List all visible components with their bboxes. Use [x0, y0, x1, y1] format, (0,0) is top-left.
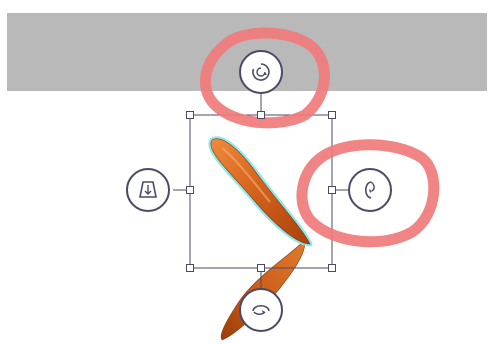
resize-handle-top-center[interactable]	[257, 111, 265, 119]
canvas-stage	[0, 0, 493, 344]
resize-handle-bottom-left[interactable]	[186, 264, 194, 272]
resize-handle-top-left[interactable]	[186, 111, 194, 119]
perspective-tilt-icon	[139, 181, 157, 198]
resize-handle-bottom-center[interactable]	[257, 264, 265, 272]
resize-handle-middle-left[interactable]	[186, 186, 194, 194]
rotate-3d-right-button[interactable]	[348, 168, 392, 212]
rotate-vertical-icon	[364, 181, 375, 199]
perspective-left-button[interactable]	[126, 168, 170, 212]
resize-handle-bottom-right[interactable]	[328, 264, 336, 272]
rotate-clockwise-icon	[252, 63, 270, 81]
resize-handle-top-right[interactable]	[328, 111, 336, 119]
rotate-3d-bottom-button[interactable]	[239, 288, 283, 332]
resize-handle-middle-right[interactable]	[328, 186, 336, 194]
rotate-horizontal-icon	[252, 304, 270, 315]
rotate-3d-top-button[interactable]	[239, 50, 283, 94]
